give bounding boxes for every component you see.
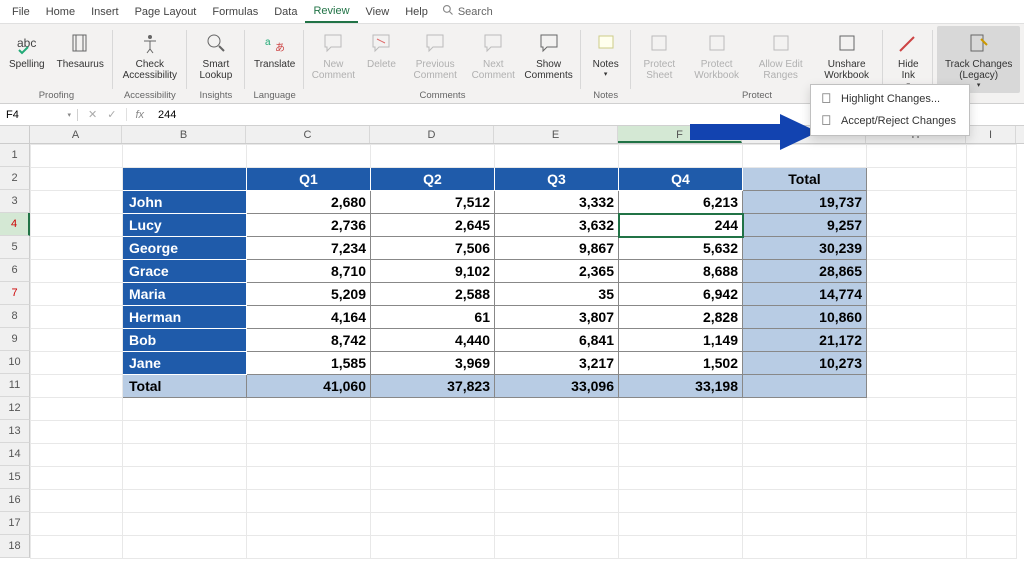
- show-comments-button[interactable]: Show Comments: [520, 26, 576, 89]
- search-box[interactable]: Search: [442, 4, 493, 19]
- row-header-11[interactable]: 11: [0, 374, 30, 397]
- notes-button[interactable]: Notes ▾: [585, 26, 627, 89]
- row-header-17[interactable]: 17: [0, 512, 30, 535]
- formula-bar-controls: ✕ ✓: [78, 108, 127, 121]
- column-header-B[interactable]: B: [122, 126, 246, 143]
- prev-comment-icon: [421, 29, 449, 57]
- row-header-2[interactable]: 2: [0, 167, 30, 190]
- tab-page-layout[interactable]: Page Layout: [127, 2, 205, 22]
- column-header-E[interactable]: E: [494, 126, 618, 143]
- protect-workbook-button[interactable]: Protect Workbook: [686, 26, 747, 89]
- translate-button[interactable]: aあ Translate: [249, 26, 300, 89]
- search-icon: [442, 4, 454, 19]
- row-header-15[interactable]: 15: [0, 466, 30, 489]
- notes-icon: [592, 29, 620, 57]
- smart-lookup-icon: [202, 29, 230, 57]
- thesaurus-icon: [66, 29, 94, 57]
- protect-sheet-button[interactable]: Protect Sheet: [635, 26, 684, 89]
- row-header-8[interactable]: 8: [0, 305, 30, 328]
- group-language: aあ Translate Language: [245, 24, 304, 103]
- row-header-16[interactable]: 16: [0, 489, 30, 512]
- allow-edit-ranges-button[interactable]: Allow Edit Ranges: [749, 26, 812, 89]
- tab-file[interactable]: File: [4, 2, 38, 22]
- tab-home[interactable]: Home: [38, 2, 83, 22]
- name-box[interactable]: F4 ▾: [0, 109, 78, 121]
- delete-comment-button[interactable]: Delete: [360, 26, 402, 89]
- row-header-5[interactable]: 5: [0, 236, 30, 259]
- row-header-9[interactable]: 9: [0, 328, 30, 351]
- column-header-A[interactable]: A: [30, 126, 122, 143]
- smart-lookup-button[interactable]: Smart Lookup: [191, 26, 241, 89]
- row-headers: 123456789101112131415161718: [0, 144, 30, 558]
- tab-data[interactable]: Data: [266, 2, 305, 22]
- tab-review[interactable]: Review: [305, 1, 357, 23]
- column-header-D[interactable]: D: [370, 126, 494, 143]
- spelling-button[interactable]: abc Spelling: [4, 26, 50, 89]
- accept-reject-changes-item[interactable]: Accept/Reject Changes: [811, 110, 969, 132]
- svg-text:あ: あ: [275, 42, 285, 54]
- chevron-down-icon: ▾: [604, 71, 608, 79]
- hide-ink-icon: [894, 29, 922, 57]
- protect-workbook-icon: [703, 29, 731, 57]
- next-comment-button[interactable]: Next Comment: [468, 26, 518, 89]
- search-placeholder: Search: [458, 6, 493, 18]
- check-accessibility-button[interactable]: Check Accessibility: [117, 26, 183, 89]
- ribbon-tabs: File Home Insert Page Layout Formulas Da…: [0, 0, 1024, 24]
- unshare-icon: [833, 29, 861, 57]
- row-header-13[interactable]: 13: [0, 420, 30, 443]
- show-comments-icon: [535, 29, 563, 57]
- fx-icon[interactable]: fx: [127, 109, 152, 121]
- group-accessibility: Check Accessibility Accessibility: [113, 24, 187, 103]
- cells[interactable]: Q1Q2Q3Q4TotalJohn2,6807,5123,3326,21319,…: [30, 144, 1024, 559]
- group-insights: Smart Lookup Insights: [187, 24, 245, 103]
- new-comment-button[interactable]: New Comment: [308, 26, 358, 89]
- highlight-changes-item[interactable]: Highlight Changes...: [811, 88, 969, 110]
- tab-view[interactable]: View: [358, 2, 398, 22]
- new-comment-icon: [319, 29, 347, 57]
- highlight-icon: [821, 92, 835, 106]
- delete-comment-icon: [367, 29, 395, 57]
- callout-arrow: [690, 112, 820, 157]
- column-header-C[interactable]: C: [246, 126, 370, 143]
- translate-icon: aあ: [261, 29, 289, 57]
- prev-comment-button[interactable]: Previous Comment: [404, 26, 466, 89]
- cancel-icon[interactable]: ✕: [88, 108, 97, 121]
- chevron-down-icon: ▾: [67, 111, 71, 119]
- row-header-14[interactable]: 14: [0, 443, 30, 466]
- row-header-1[interactable]: 1: [0, 144, 30, 167]
- group-proofing: abc Spelling Thesaurus Proofing: [0, 24, 113, 103]
- row-header-6[interactable]: 6: [0, 259, 30, 282]
- tab-formulas[interactable]: Formulas: [204, 2, 266, 22]
- svg-text:a: a: [265, 37, 271, 48]
- row-header-10[interactable]: 10: [0, 351, 30, 374]
- accept-reject-icon: [821, 114, 835, 128]
- row-header-4[interactable]: 4: [0, 213, 30, 236]
- group-comments: New Comment Delete Previous Comment Next…: [304, 24, 580, 103]
- allow-edit-icon: [767, 29, 795, 57]
- row-header-7[interactable]: 7: [0, 282, 30, 305]
- row-header-3[interactable]: 3: [0, 190, 30, 213]
- group-notes: Notes ▾ Notes: [581, 24, 631, 103]
- track-changes-button[interactable]: Track Changes (Legacy) ▾: [937, 26, 1020, 93]
- column-header-I[interactable]: I: [966, 126, 1016, 143]
- next-comment-icon: [479, 29, 507, 57]
- track-changes-icon: [965, 29, 993, 57]
- protect-sheet-icon: [645, 29, 673, 57]
- spreadsheet-grid: ABCDEFGHI 123456789101112131415161718 Q1…: [0, 126, 1024, 559]
- row-header-12[interactable]: 12: [0, 397, 30, 420]
- hide-ink-button[interactable]: Hide Ink ▾: [887, 26, 929, 93]
- spelling-icon: abc: [13, 29, 41, 57]
- thesaurus-button[interactable]: Thesaurus: [52, 26, 109, 89]
- accessibility-icon: [136, 29, 164, 57]
- chevron-down-icon: ▾: [977, 82, 981, 90]
- tab-help[interactable]: Help: [397, 2, 436, 22]
- select-all-corner[interactable]: [0, 126, 30, 144]
- tab-insert[interactable]: Insert: [83, 2, 127, 22]
- track-changes-dropdown: Highlight Changes... Accept/Reject Chang…: [810, 84, 970, 136]
- unshare-workbook-button[interactable]: Unshare Workbook: [814, 26, 879, 89]
- confirm-icon[interactable]: ✓: [107, 108, 116, 121]
- row-header-18[interactable]: 18: [0, 535, 30, 558]
